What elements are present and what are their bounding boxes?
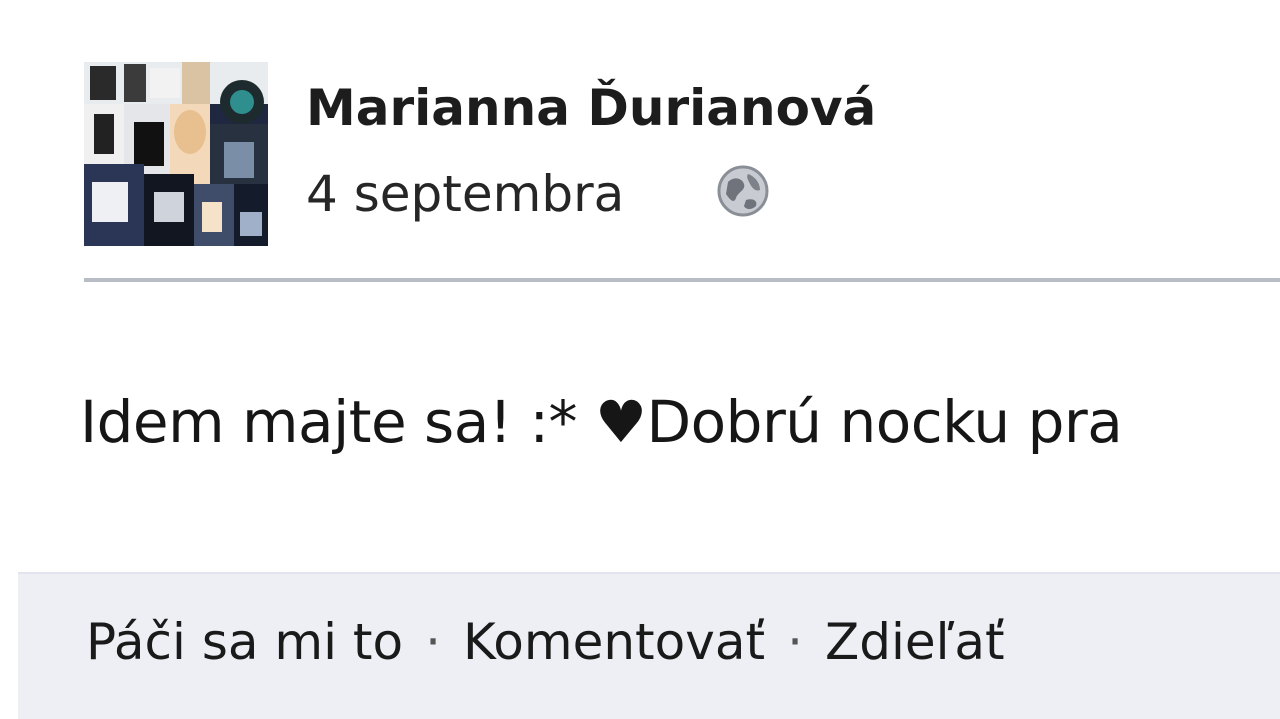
action-separator: · (425, 613, 441, 671)
like-link[interactable]: Páči sa mi to (86, 613, 403, 671)
action-separator: · (787, 613, 803, 671)
facebook-post: Marianna Ďurianová 4 septembra Idem majt… (0, 0, 1280, 719)
share-link[interactable]: Zdieľať (825, 613, 1005, 671)
post-message-text: Idem majte sa! :* ♥Dobrú nocku pra (80, 388, 1123, 456)
comment-link[interactable]: Komentovať (463, 613, 765, 671)
post-timestamp-link[interactable]: 4 septembra (306, 158, 624, 230)
globe-icon[interactable] (714, 162, 772, 220)
author-name-link[interactable]: Marianna Ďurianová (306, 72, 876, 144)
author-avatar[interactable] (84, 62, 268, 246)
avatar-collage-image (84, 62, 268, 246)
post-actions: Páči sa mi to · Komentovať · Zdieľať (86, 604, 1005, 680)
header-divider (84, 278, 1280, 282)
